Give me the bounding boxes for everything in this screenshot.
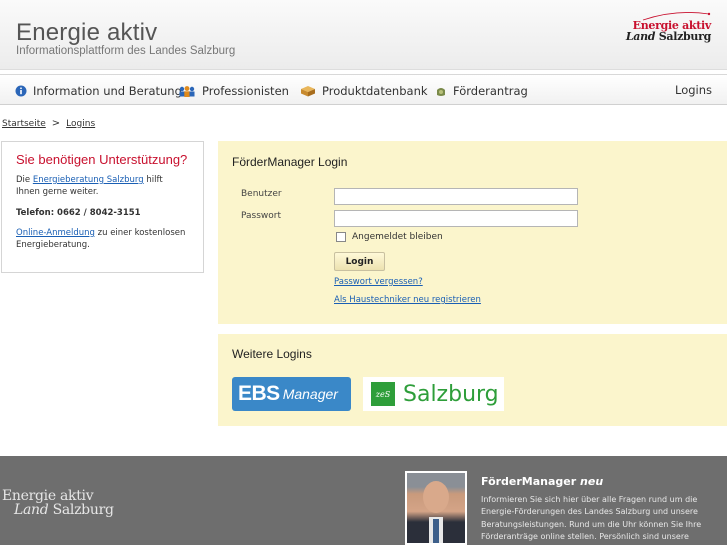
logo-line-2-italic: Land: [625, 30, 656, 43]
portrait-tie: [433, 519, 439, 543]
site-title[interactable]: Energie aktiv: [16, 19, 157, 47]
logo-line-2: Land Salzburg: [626, 31, 711, 42]
nav-label: Professionisten: [202, 83, 289, 98]
user-label: Benutzer: [241, 189, 282, 199]
nav-item-professionisten[interactable]: Professionisten: [178, 75, 289, 106]
register-link[interactable]: Als Haustechniker neu registrieren: [334, 295, 481, 305]
footer: Energie aktiv Land Salzburg FörderManage…: [0, 456, 727, 545]
footer-title-text: FörderManager: [481, 475, 577, 488]
ebs-manager-button[interactable]: EBS Manager: [232, 377, 351, 411]
support-title: Sie benötigen Unterstützung?: [16, 152, 188, 167]
breadcrumb-current-link[interactable]: Logins: [66, 119, 95, 129]
land-salzburg-logo[interactable]: Energie aktiv Land Salzburg: [626, 12, 711, 42]
footer-title-italic: neu: [580, 475, 604, 488]
login-title: FörderManager Login: [232, 155, 348, 169]
more-logins-title: Weitere Logins: [232, 347, 312, 361]
weitere-logins-panel: Weitere Logins EBS Manager zeS Salzburg: [218, 334, 727, 426]
portrait-photo: [405, 471, 467, 545]
footer-logo-line-2: Land Salzburg: [2, 503, 114, 517]
checkbox-box[interactable]: [336, 232, 346, 242]
foerdermanager-login-panel: FörderManager Login Benutzer Passwort An…: [218, 141, 727, 324]
zes-salzburg-text: Salzburg: [403, 381, 499, 407]
portrait-face: [423, 481, 449, 513]
footer-logo-italic: Land: [14, 502, 49, 518]
ebs-bold: EBS: [238, 382, 280, 405]
zes-logo-icon: zeS: [371, 382, 395, 406]
breadcrumb-separator: >: [51, 118, 61, 129]
online-anmeldung-link[interactable]: Online-Anmeldung: [16, 228, 95, 238]
remember-me-checkbox[interactable]: Angemeldet bleiben: [336, 232, 443, 242]
box-icon: [301, 85, 315, 96]
nav-item-produktdatenbank[interactable]: Produktdatenbank: [300, 75, 428, 106]
nav-item-logins[interactable]: Logins: [675, 75, 712, 106]
support-text: Die Energieberatung Salzburg hilft Ihnen…: [16, 174, 189, 199]
ebs-manager-text: Manager: [282, 386, 338, 402]
remember-me-label: Angemeldet bleiben: [352, 232, 443, 242]
nav-label: Information und Beratung: [33, 83, 182, 98]
support-box: Sie benötigen Unterstützung? Die Energie…: [1, 141, 204, 273]
support-phone: Telefon: 0662 / 8042-3151: [16, 207, 141, 218]
breadcrumb-home-link[interactable]: Startseite: [2, 119, 46, 129]
login-button[interactable]: Login: [334, 252, 385, 271]
support-online: Online-Anmeldung zu einer kostenlosen En…: [16, 227, 189, 252]
zes-salzburg-button[interactable]: zeS Salzburg: [363, 377, 504, 411]
password-input[interactable]: [334, 210, 578, 227]
password-label: Passwort: [241, 211, 282, 221]
support-text-prefix: Die: [16, 175, 31, 185]
footer-logo-text: Salzburg: [52, 502, 114, 518]
swoosh-icon: [642, 12, 711, 21]
site-header: Energie aktiv Informationsplattform des …: [0, 0, 727, 70]
nav-item-information[interactable]: Information und Beratung: [15, 75, 182, 106]
footer-logo-line-1: Energie aktiv: [2, 488, 94, 504]
nav-label: Produktdatenbank: [322, 83, 428, 98]
money-icon: [437, 87, 445, 96]
logo-line-2-text: Salzburg: [658, 30, 712, 43]
info-icon: [15, 85, 27, 96]
breadcrumb: Startseite > Logins: [2, 118, 95, 129]
username-input[interactable]: [334, 188, 578, 205]
footer-title: FörderManager neu: [481, 475, 603, 488]
energieberatung-link[interactable]: Energieberatung Salzburg: [33, 175, 144, 185]
people-icon: [179, 85, 195, 97]
nav-item-foerderantrag[interactable]: Förderantrag: [435, 75, 528, 106]
portrait-image: [407, 473, 465, 543]
forgot-password-link[interactable]: Passwort vergessen?: [334, 277, 423, 287]
site-subtitle: Informationsplattform des Landes Salzbur…: [16, 45, 236, 57]
footer-text: Informieren Sie sich hier über alle Frag…: [481, 495, 702, 542]
main-navigation: Information und Beratung Professionisten…: [0, 74, 727, 105]
footer-logo[interactable]: Energie aktiv Land Salzburg: [2, 489, 114, 517]
nav-label: Förderantrag: [453, 83, 528, 98]
